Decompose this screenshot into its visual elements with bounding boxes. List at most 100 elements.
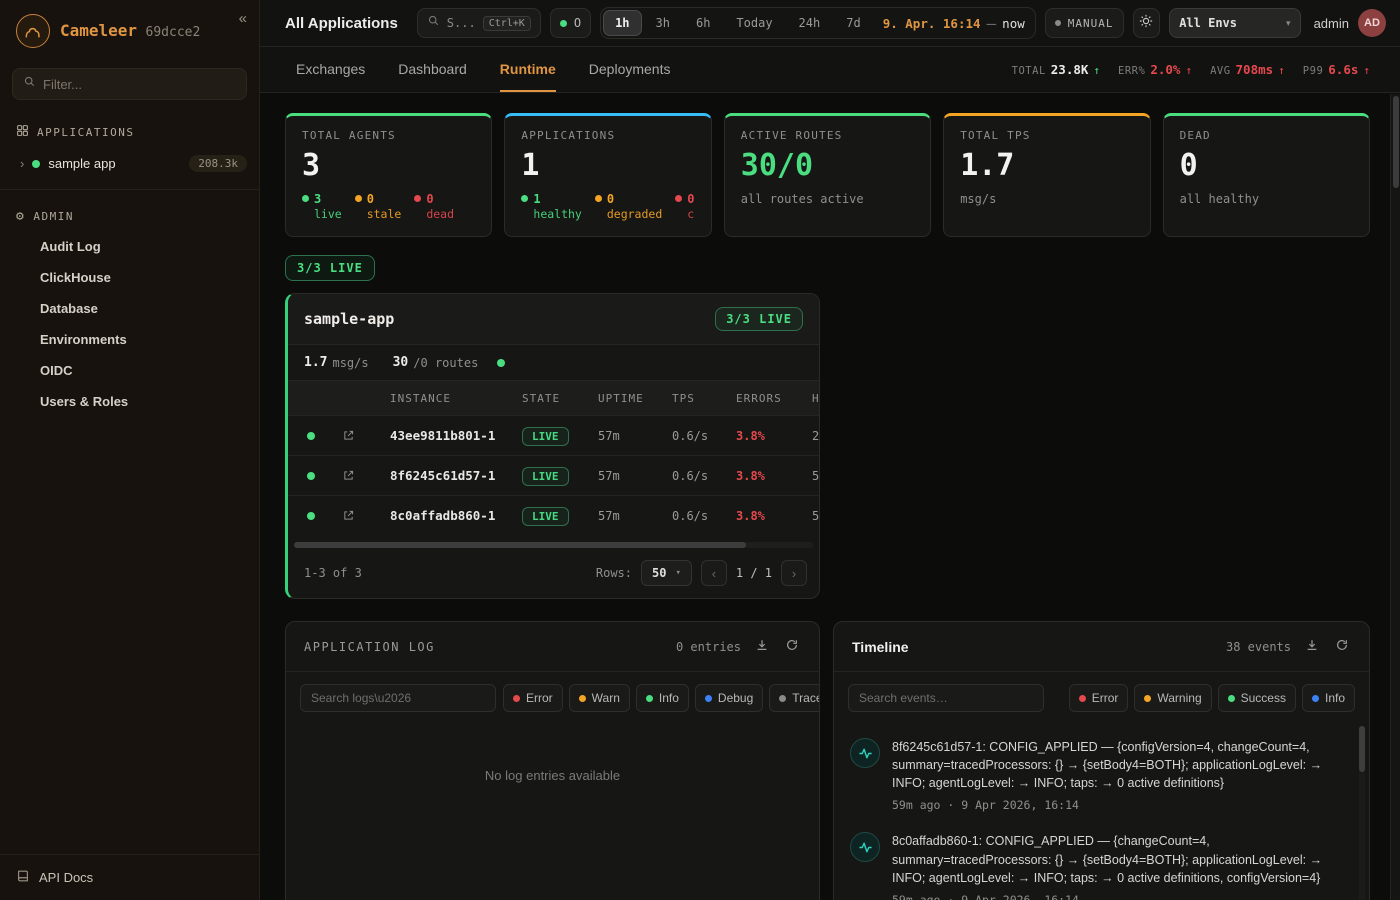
manual-refresh-button[interactable]: MANUAL	[1045, 8, 1124, 38]
external-link-icon[interactable]	[334, 469, 390, 482]
timeline-title: Timeline	[852, 639, 909, 655]
scrollbar-thumb[interactable]	[1393, 96, 1399, 188]
online-status-label: O	[574, 16, 581, 30]
sidebar-item-oidc[interactable]: OIDC	[0, 355, 259, 386]
range-button-6h[interactable]: 6h	[684, 10, 722, 36]
errors-value: 3.8%	[736, 469, 812, 483]
timeline-events-list: 8f6245c61d57-1: CONFIG_APPLIED — {config…	[834, 724, 1369, 900]
range-end-now[interactable]: now	[1002, 16, 1029, 31]
manual-label: MANUAL	[1068, 17, 1114, 30]
sidebar-item-audit-log[interactable]: Audit Log	[0, 231, 259, 262]
instance-id: 8c0affadb860-1	[390, 508, 522, 523]
chevron-down-icon: ▾	[1286, 18, 1291, 29]
page-indicator: 1 / 1	[736, 566, 772, 580]
col-tps: TPS	[672, 392, 736, 405]
refresh-button[interactable]	[783, 636, 801, 657]
rows-per-page-select[interactable]: 50 ▾	[641, 560, 692, 586]
chip-info[interactable]: Info	[1302, 684, 1355, 712]
col-heap: HEAP	[812, 392, 819, 405]
scrollbar-thumb[interactable]	[1359, 726, 1365, 772]
range-button-3h[interactable]: 3h	[644, 10, 682, 36]
chip-warning[interactable]: Warning	[1134, 684, 1211, 712]
log-filter-chips: Error Warn Info Debug Trace	[503, 684, 820, 712]
state-badge: LIVE	[522, 507, 569, 526]
avatar[interactable]: AD	[1358, 9, 1386, 37]
sidebar-item-environments[interactable]: Environments	[0, 324, 259, 355]
range-button-24h[interactable]: 24h	[787, 10, 833, 36]
total-tps-value: 1.7	[960, 149, 1133, 184]
sidebar-item-database[interactable]: Database	[0, 293, 259, 324]
chip-trace[interactable]: Trace	[769, 684, 820, 712]
chip-debug[interactable]: Debug	[695, 684, 763, 712]
sidebar-divider	[0, 189, 259, 190]
chip-error[interactable]: Error	[503, 684, 563, 712]
download-button[interactable]	[1303, 636, 1321, 657]
stat-card-active-routes: ACTIVE ROUTES 30/0 all routes active	[724, 113, 931, 237]
chip-error[interactable]: Error	[1069, 684, 1129, 712]
application-live-badge: 3/3 LIVE	[715, 307, 803, 331]
refresh-button[interactable]	[1333, 636, 1351, 657]
instance-status-dot	[307, 472, 315, 480]
tab-exchanges[interactable]: Exchanges	[296, 47, 365, 92]
api-docs-link[interactable]: API Docs	[0, 854, 259, 900]
chip-warn[interactable]: Warn	[569, 684, 630, 712]
topbar: All Applications S... Ctrl+K O 1h 3h 6h …	[260, 0, 1400, 47]
instances-table: INSTANCE STATE UPTIME TPS ERRORS HEAP 43…	[288, 381, 819, 535]
window-scrollbar[interactable]	[1390, 94, 1400, 900]
red-dot	[513, 695, 520, 702]
sidebar-item-users-roles[interactable]: Users & Roles	[0, 386, 259, 417]
table-horizontal-scrollbar[interactable]	[294, 542, 813, 548]
timeline-search-input[interactable]	[859, 691, 1033, 705]
environment-select-value: All Envs	[1179, 16, 1237, 30]
range-button-1h[interactable]: 1h	[603, 10, 641, 36]
log-search-input[interactable]	[311, 691, 485, 705]
search-shortcut-kbd: Ctrl+K	[483, 16, 531, 31]
instance-status-dot	[307, 512, 315, 520]
table-row[interactable]: 43ee9811b801-1 LIVE 57m 0.6/s 3.8% 2	[288, 415, 819, 455]
table-row[interactable]: 8f6245c61d57-1 LIVE 57m 0.6/s 3.8% 5	[288, 455, 819, 495]
online-status-pill[interactable]: O	[550, 8, 591, 38]
chevron-down-icon: ▾	[675, 568, 680, 578]
environment-select[interactable]: All Envs ▾	[1169, 8, 1300, 38]
tab-dashboard[interactable]: Dashboard	[398, 47, 467, 92]
yellow-dot	[579, 695, 586, 702]
timeline-search-box[interactable]	[848, 684, 1044, 712]
range-start-datetime[interactable]: 9. Apr. 16:14	[883, 16, 981, 31]
col-errors: ERRORS	[736, 392, 812, 405]
metric-avg-latency: AVG 708ms ↑	[1210, 62, 1285, 77]
sidebar-collapse-button[interactable]: «	[239, 10, 247, 27]
breakdown-dead: 0dead	[414, 192, 454, 223]
log-search-box[interactable]	[300, 684, 496, 712]
yellow-dot	[595, 195, 602, 202]
external-link-icon[interactable]	[334, 429, 390, 442]
col-state: STATE	[522, 392, 598, 405]
theme-toggle-button[interactable]	[1133, 8, 1161, 38]
search-icon	[427, 14, 440, 32]
next-page-button[interactable]: ›	[781, 560, 807, 586]
applications-section-header: APPLICATIONS	[0, 114, 259, 148]
sidebar-item-clickhouse[interactable]: ClickHouse	[0, 262, 259, 293]
global-search-box[interactable]: S... Ctrl+K	[417, 8, 541, 38]
external-link-icon[interactable]	[334, 509, 390, 522]
timeline-scrollbar[interactable]	[1359, 726, 1365, 900]
application-name: sample-app	[304, 310, 394, 328]
api-docs-label: API Docs	[39, 870, 93, 885]
range-button-today[interactable]: Today	[724, 10, 784, 36]
download-button[interactable]	[753, 636, 771, 657]
green-dot	[1228, 695, 1235, 702]
download-icon	[1305, 638, 1319, 655]
chip-info[interactable]: Info	[636, 684, 689, 712]
tab-deployments[interactable]: Deployments	[589, 47, 671, 92]
event-timestamp: 59m ago · 9 Apr 2026, 16:14	[892, 798, 1349, 812]
timeline-panel: Timeline 38 events Error Warning Success	[833, 621, 1370, 900]
tab-runtime[interactable]: Runtime	[500, 47, 556, 92]
sidebar-item-sample-app[interactable]: › sample app 208.3k	[0, 148, 259, 179]
log-entries-count: 0 entries	[676, 640, 741, 654]
sidebar-filter-box[interactable]	[12, 68, 247, 100]
chip-success[interactable]: Success	[1218, 684, 1296, 712]
table-row[interactable]: 8c0affadb860-1 LIVE 57m 0.6/s 3.8% 5	[288, 495, 819, 535]
prev-page-button[interactable]: ‹	[701, 560, 727, 586]
range-button-7d[interactable]: 7d	[834, 10, 872, 36]
scrollbar-thumb[interactable]	[294, 542, 746, 548]
sidebar-filter-input[interactable]	[43, 77, 236, 92]
